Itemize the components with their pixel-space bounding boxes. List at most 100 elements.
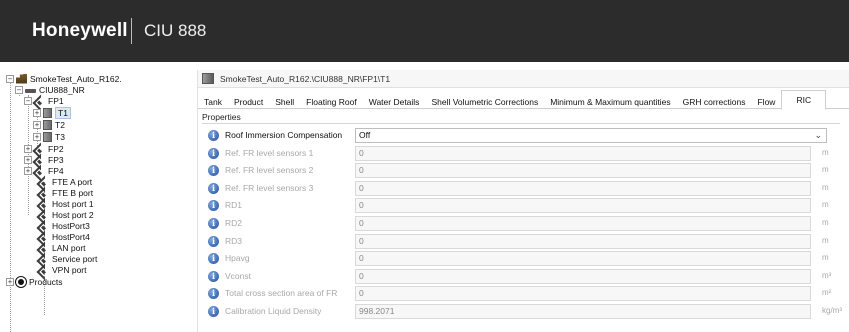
- property-label: Roof Immersion Compensation: [225, 130, 343, 140]
- info-icon[interactable]: [208, 130, 219, 141]
- tree-node-controller[interactable]: − CIU888_NR: [15, 84, 85, 95]
- tab-grh-corrections[interactable]: GRH corrections: [677, 93, 752, 111]
- tree-node-label: VPN port: [52, 264, 87, 275]
- tab-ric[interactable]: RIC: [781, 90, 827, 110]
- port-icon: [38, 199, 49, 209]
- tree-node-products[interactable]: + Products: [6, 276, 63, 287]
- property-row: Ref. FR level sensors 3 0 m: [198, 180, 849, 197]
- tab-water-details[interactable]: Water Details: [363, 93, 426, 111]
- tab-tank[interactable]: Tank: [198, 93, 228, 111]
- chevron-down-icon[interactable]: ⌄: [814, 129, 822, 142]
- tree-node-port[interactable]: Service port: [38, 253, 97, 264]
- tank-icon: [202, 73, 214, 84]
- tank-icon: [43, 107, 52, 118]
- tree-node-port[interactable]: FTE A port: [38, 176, 92, 187]
- property-row: Roof Immersion Compensation Off ⌄: [198, 127, 849, 144]
- tree-node-fp[interactable]: + FP4: [24, 165, 64, 176]
- tab-minimum-maximum-quantities[interactable]: Minimum & Maximum quantities: [544, 93, 676, 111]
- tree-node-tank[interactable]: + T2: [33, 119, 65, 130]
- tree-node-port[interactable]: Host port 1: [38, 198, 94, 209]
- tree-node-label: Host port 2: [52, 209, 94, 220]
- property-value: 0: [359, 253, 364, 264]
- tank-icon: [43, 119, 52, 130]
- tree-node-label: FP2: [48, 143, 64, 154]
- tree-guide-line: [10, 78, 11, 332]
- collapse-icon[interactable]: −: [24, 96, 32, 105]
- tree-node-port[interactable]: VPN port: [38, 264, 87, 275]
- info-icon[interactable]: [208, 165, 219, 177]
- brand-logo: Honeywell: [32, 20, 128, 41]
- property-unit: m: [822, 253, 829, 263]
- property-value-field: 0: [355, 145, 811, 161]
- info-icon[interactable]: [208, 253, 219, 265]
- tank-icon: [43, 131, 52, 142]
- tree-node-fp[interactable]: + FP3: [24, 154, 64, 165]
- tree-node-port[interactable]: Host port 2: [38, 209, 94, 220]
- tree-node-label: HostPort3: [52, 220, 90, 231]
- property-value-field: 0: [355, 233, 811, 249]
- tab-shell[interactable]: Shell: [269, 93, 300, 111]
- property-value: 0: [359, 200, 364, 211]
- tree-node-port[interactable]: LAN port: [38, 242, 86, 253]
- tree-node-fp[interactable]: + FP2: [24, 143, 64, 154]
- tab-product[interactable]: Product: [228, 93, 269, 111]
- details-panel: SmokeTest_Auto_R162.\CIU888_NR\FP1\T1 Ta…: [198, 70, 849, 332]
- property-value-field: 0: [355, 251, 811, 267]
- expand-icon[interactable]: +: [24, 144, 32, 153]
- expand-icon[interactable]: +: [24, 166, 32, 175]
- info-icon[interactable]: [208, 235, 219, 247]
- property-value-field: 0: [355, 216, 811, 231]
- products-icon: [16, 276, 26, 287]
- tree-node-label: FP4: [48, 165, 64, 176]
- app-header: Honeywell CIU 888: [0, 0, 849, 62]
- expand-icon[interactable]: +: [33, 108, 41, 117]
- property-value: 0: [359, 235, 364, 246]
- property-label: RD3: [225, 235, 243, 246]
- property-value-field: 0: [355, 163, 811, 179]
- tree-node-label: LAN port: [52, 242, 86, 253]
- collapse-icon[interactable]: −: [15, 85, 23, 94]
- tree-node-tank[interactable]: + T1: [33, 106, 71, 119]
- expand-icon[interactable]: +: [6, 277, 14, 286]
- expand-icon[interactable]: +: [33, 132, 41, 141]
- info-icon[interactable]: [208, 270, 219, 282]
- expand-icon[interactable]: +: [33, 120, 41, 129]
- tree-node-tank[interactable]: + T3: [33, 131, 65, 142]
- breadcrumb: SmokeTest_Auto_R162.\CIU888_NR\FP1\T1: [198, 70, 849, 88]
- collapse-icon[interactable]: −: [6, 74, 14, 83]
- tab-flow[interactable]: Flow: [751, 93, 781, 111]
- property-row: RD3 0 m: [198, 233, 849, 250]
- property-row: Calibration Liquid Density 998.2071 kg/m³: [198, 303, 849, 320]
- property-value: 0: [359, 147, 364, 158]
- properties-heading: Properties: [202, 112, 241, 122]
- property-label: RD2: [225, 218, 243, 228]
- tab-shell-volumetric-corrections[interactable]: Shell Volumetric Corrections: [425, 93, 544, 111]
- property-unit: kg/m³: [822, 306, 842, 315]
- property-value-field: 0: [355, 198, 811, 214]
- info-icon[interactable]: [208, 306, 219, 317]
- info-icon[interactable]: [208, 288, 219, 300]
- info-icon[interactable]: [208, 200, 219, 212]
- tree-node-label: FP1: [48, 95, 64, 106]
- property-unit: m: [822, 182, 829, 192]
- tree-node-port[interactable]: FTE B port: [38, 187, 93, 198]
- port-icon: [38, 254, 49, 264]
- tab-floating-roof[interactable]: Floating Roof: [300, 93, 363, 111]
- info-icon[interactable]: [208, 218, 219, 229]
- tree-node-fp1[interactable]: − FP1: [24, 95, 64, 106]
- property-row: Ref. FR level sensors 2 0 m: [198, 162, 849, 179]
- expand-icon[interactable]: +: [24, 155, 32, 164]
- property-label: Hpavg: [225, 253, 250, 264]
- tree-node-port[interactable]: HostPort4: [38, 231, 90, 242]
- port-icon: [34, 144, 45, 154]
- tree-node-root[interactable]: − SmokeTest_Auto_R162.: [6, 73, 122, 84]
- tree-node-label: FP3: [48, 154, 64, 165]
- tree-node-label: T2: [55, 119, 65, 130]
- tree-node-port[interactable]: HostPort3: [38, 220, 90, 231]
- port-icon: [38, 221, 49, 231]
- info-icon[interactable]: [208, 182, 219, 194]
- port-icon: [38, 265, 49, 275]
- property-unit: m²: [822, 288, 832, 298]
- property-dropdown[interactable]: Off ⌄: [355, 128, 827, 143]
- info-icon[interactable]: [208, 147, 219, 159]
